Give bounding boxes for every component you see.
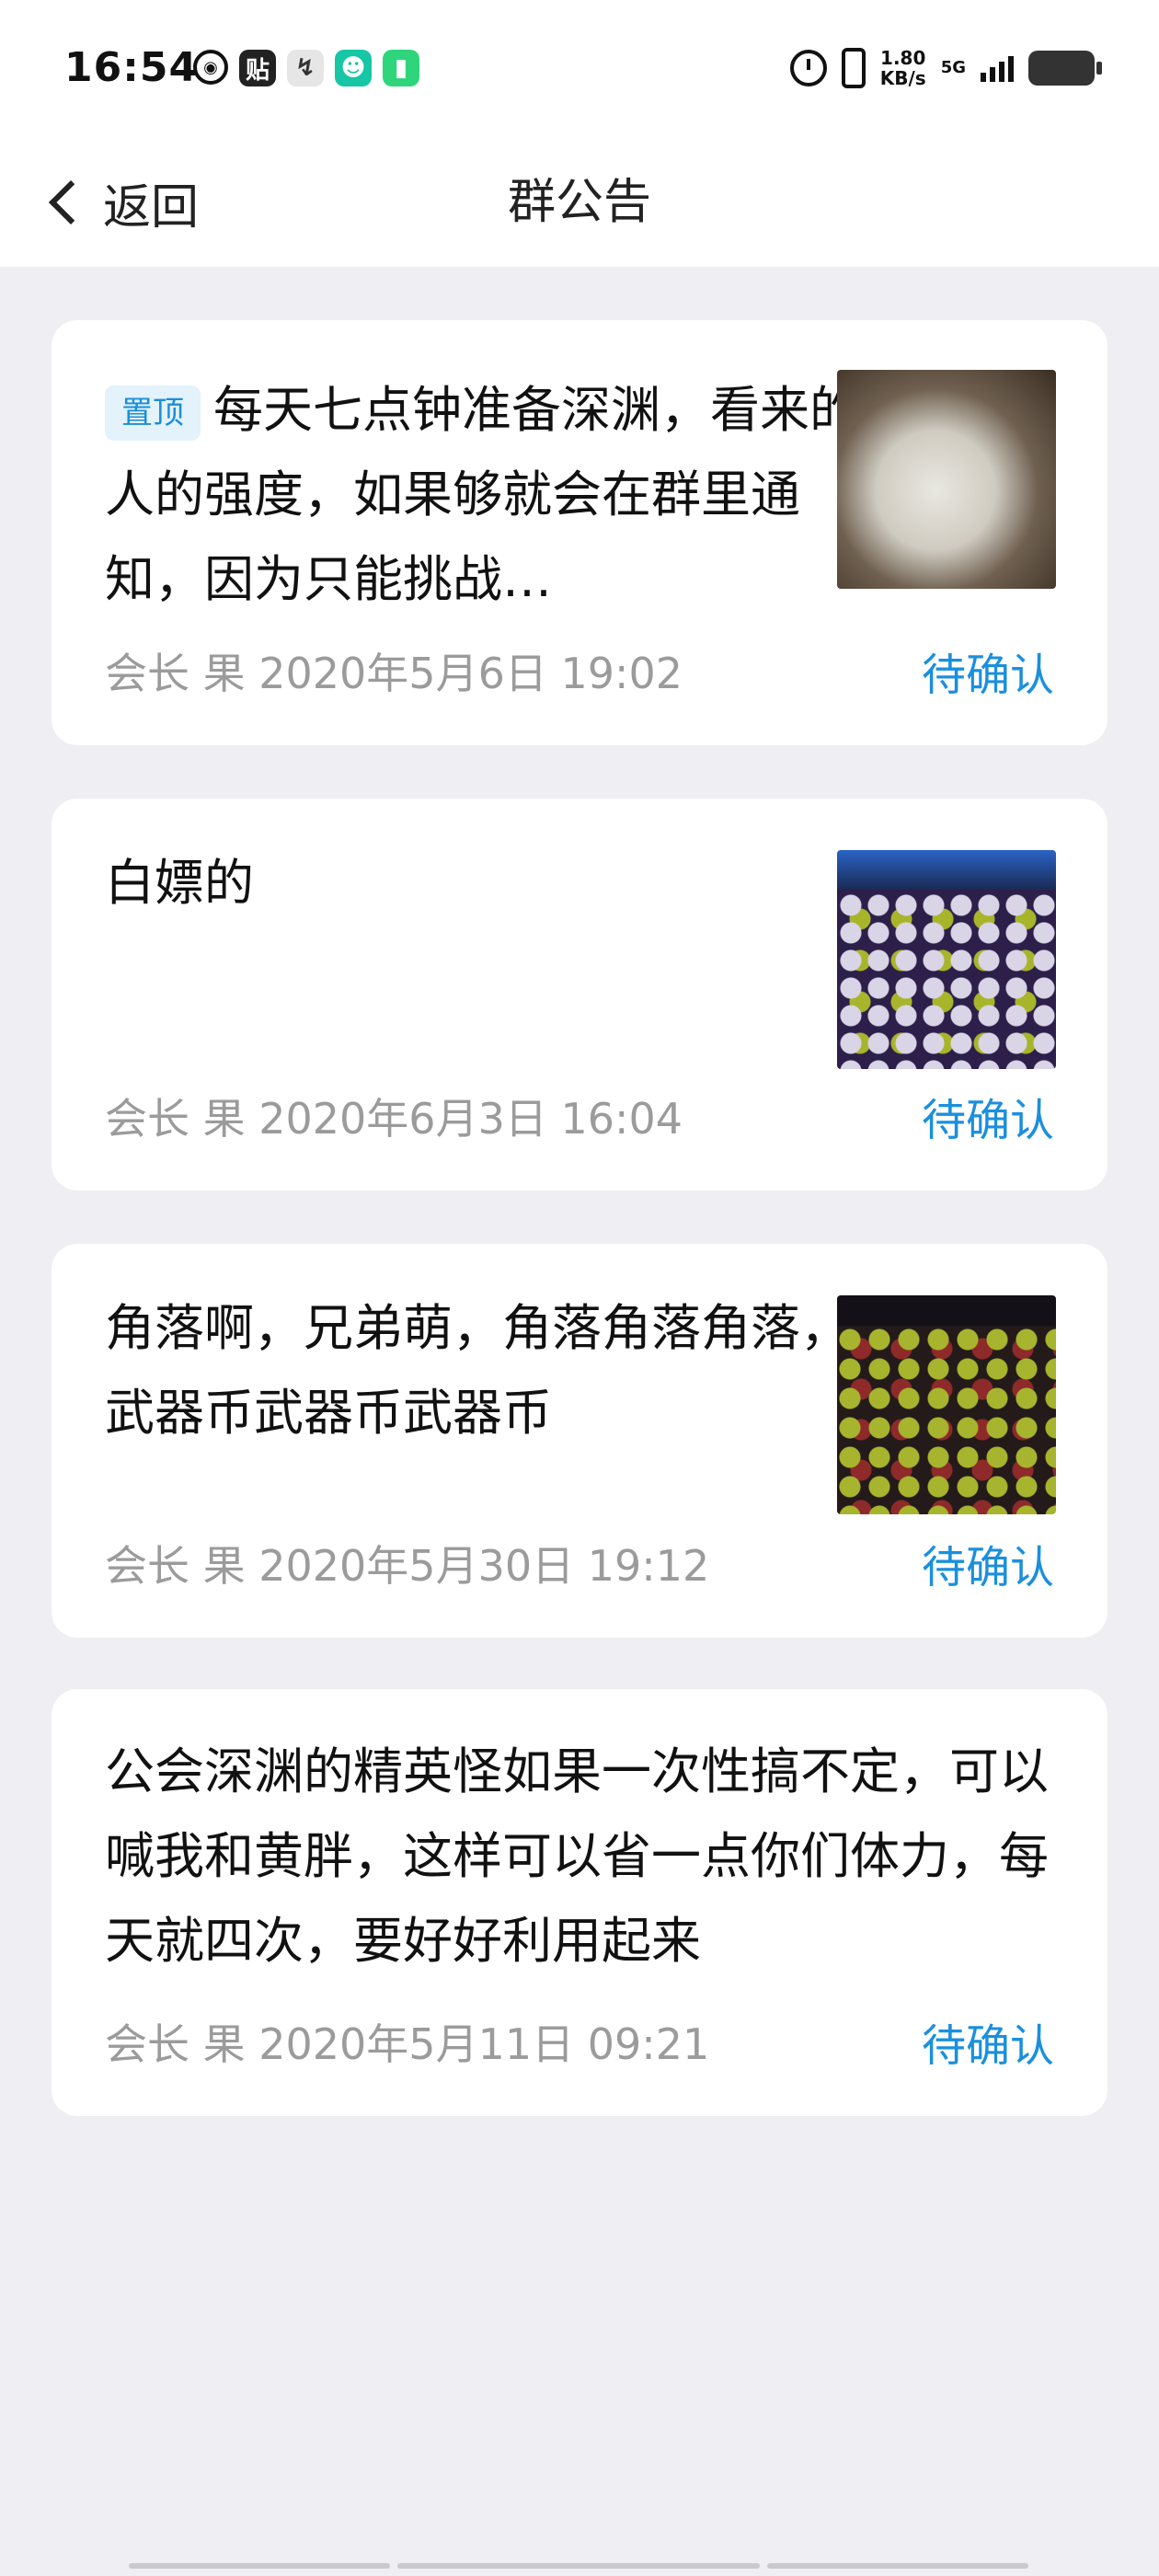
alarm-icon bbox=[789, 50, 827, 86]
notification-icons: ◉ 贴 ↯ ☻ ▮ bbox=[193, 50, 419, 86]
system-icons: 1.80 KB/s 5G bbox=[789, 48, 1102, 88]
announcement-image[interactable] bbox=[837, 1295, 1056, 1514]
gesture-bar-right bbox=[767, 2563, 1028, 2569]
announcement-card[interactable]: 角落啊，兄弟萌，角落角落角落，武器币武器币武器币 会长 果 2020年5月30日… bbox=[52, 1244, 1107, 1638]
back-button[interactable]: 返回 bbox=[40, 166, 199, 239]
pending-confirm-button[interactable]: 待确认 bbox=[922, 638, 1054, 703]
announcement-image[interactable] bbox=[837, 370, 1056, 589]
announcement-card[interactable]: 白嫖的 会长 果 2020年6月3日 16:04 待确认 bbox=[52, 799, 1107, 1190]
announcement-body: 每天七点钟准备深渊，看来的人的强度，如果够就会在群里通知，因为只能挑战… bbox=[105, 381, 859, 608]
network-speed: 1.80 KB/s bbox=[880, 48, 926, 88]
network-speed-unit: KB/s bbox=[879, 67, 926, 89]
tieba-icon: 贴 bbox=[239, 50, 276, 86]
status-time: 16:54 bbox=[64, 44, 199, 91]
status-bar: 16:54 ◉ 贴 ↯ ☻ ▮ 1.80 KB/s 5G bbox=[0, 0, 1159, 138]
gesture-bar-center[interactable] bbox=[397, 2563, 760, 2569]
clipboard-icon: ▮ bbox=[383, 50, 419, 86]
gesture-bar-left bbox=[129, 2563, 390, 2569]
announcement-text: 白嫖的 bbox=[105, 854, 254, 912]
announcement-meta: 会长 果 2020年5月30日 19:12 bbox=[105, 1541, 710, 1591]
pending-confirm-button[interactable]: 待确认 bbox=[922, 2009, 1054, 2074]
pending-confirm-button[interactable]: 待确认 bbox=[922, 1084, 1054, 1148]
announcement-meta: 会长 果 2020年6月3日 16:04 bbox=[105, 1094, 683, 1144]
announcement-text: 角落啊，兄弟萌，角落角落角落，武器币武器币武器币 bbox=[105, 1299, 850, 1442]
battery-icon bbox=[1028, 51, 1102, 86]
announcement-image[interactable] bbox=[837, 850, 1056, 1069]
announcement-card[interactable]: 公会深渊的精英怪如果一次性搞不定，可以喊我和黄胖，这样可以省一点你们体力，每天就… bbox=[52, 1689, 1107, 2116]
signal-icon bbox=[981, 54, 1014, 82]
announcement-text: 置顶 每天七点钟准备深渊，看来的人的强度，如果够就会在群里通知，因为只能挑战… bbox=[105, 368, 868, 622]
network-type: 5G bbox=[940, 58, 966, 77]
vibrate-icon bbox=[841, 48, 866, 88]
app-notification-icon: ↯ bbox=[287, 50, 324, 86]
assistant-icon: ☻ bbox=[335, 50, 372, 86]
announcement-text: 公会深渊的精英怪如果一次性搞不定，可以喊我和黄胖，这样可以省一点你们体力，每天就… bbox=[105, 1742, 1049, 1970]
network-speed-value: 1.80 bbox=[880, 47, 926, 69]
nav-header: 群公告 返回 bbox=[0, 138, 1159, 267]
announcement-meta: 会长 果 2020年5月6日 19:02 bbox=[105, 649, 683, 698]
back-label: 返回 bbox=[103, 179, 200, 236]
chevron-left-icon bbox=[48, 179, 94, 225]
announcement-card[interactable]: 置顶 每天七点钟准备深渊，看来的人的强度，如果够就会在群里通知，因为只能挑战… 会… bbox=[52, 320, 1107, 745]
announcement-meta: 会长 果 2020年5月11日 09:21 bbox=[105, 2019, 710, 2069]
pending-confirm-button[interactable]: 待确认 bbox=[922, 1531, 1054, 1595]
netease-music-icon: ◉ bbox=[193, 50, 228, 85]
pinned-badge: 置顶 bbox=[105, 385, 201, 441]
